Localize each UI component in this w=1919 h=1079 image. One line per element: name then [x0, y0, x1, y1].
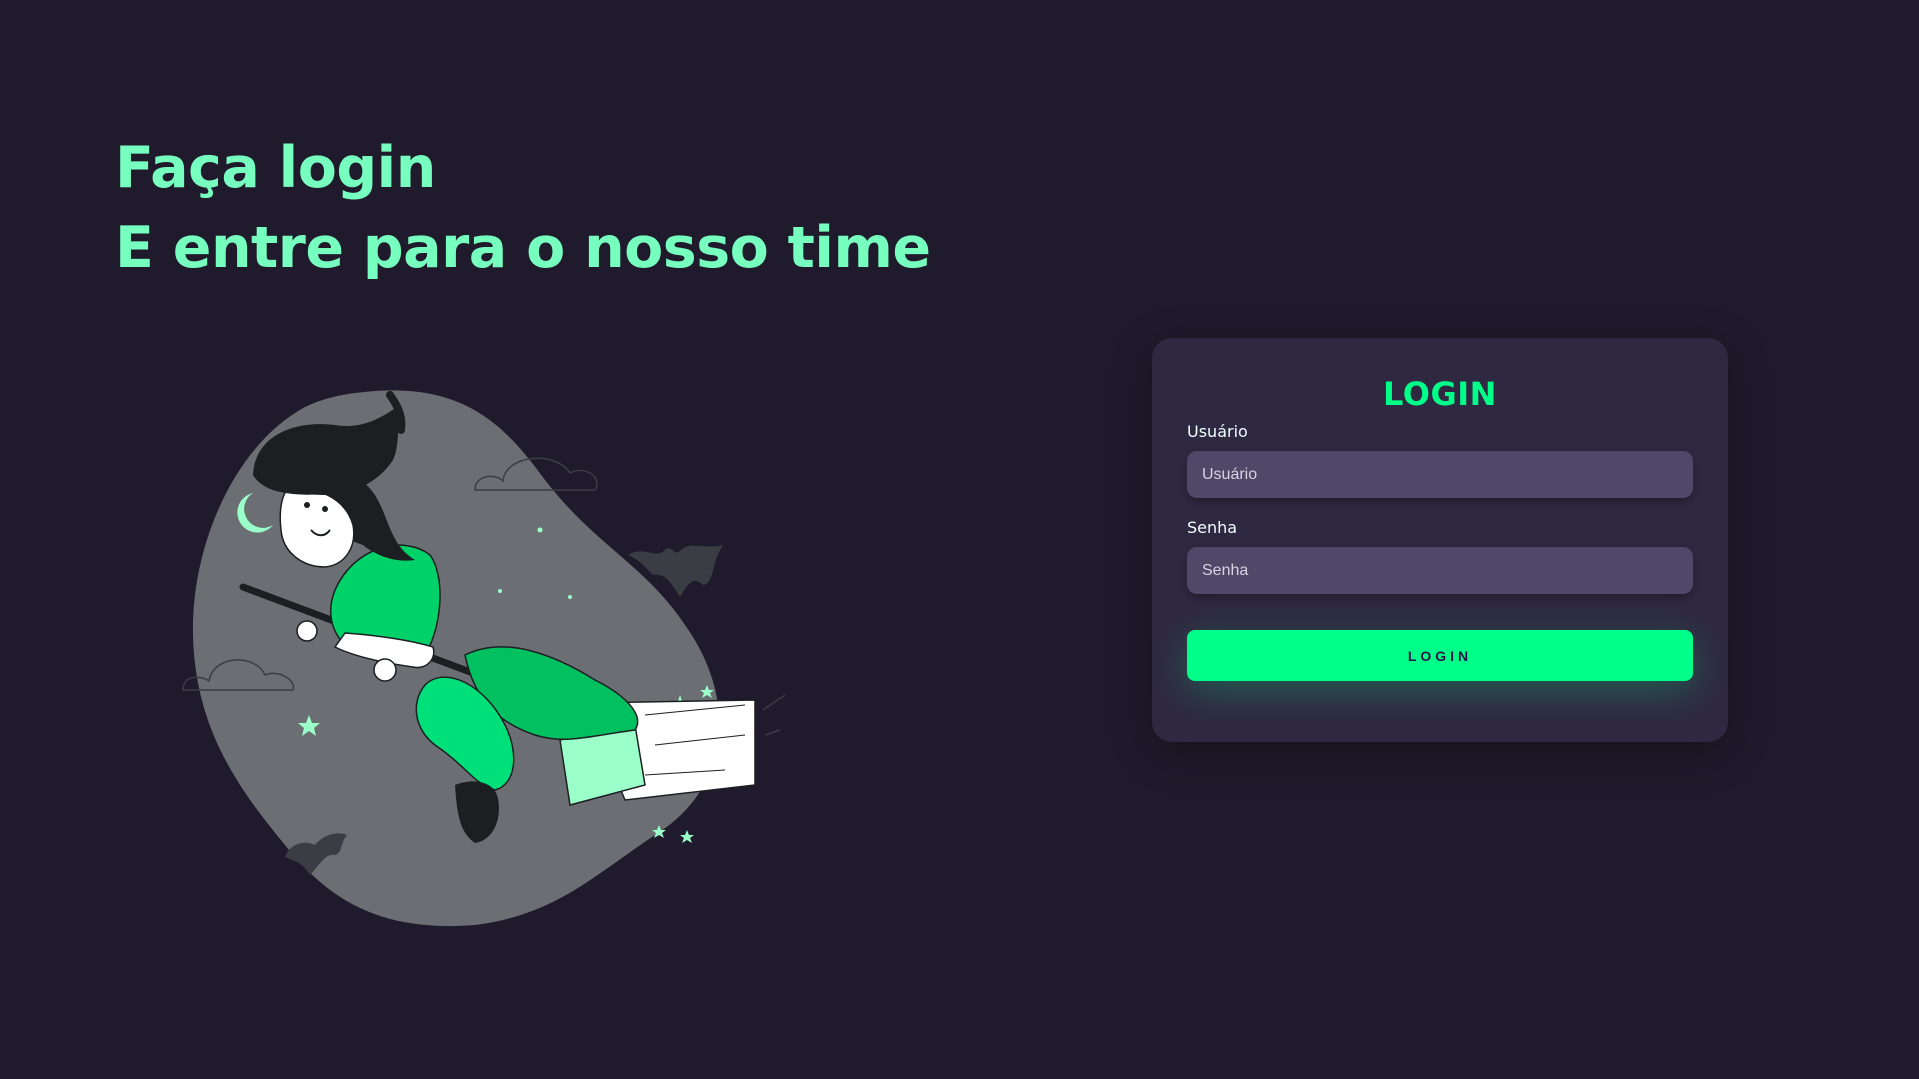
headline-line-1: Faça login: [115, 135, 436, 201]
headline-line-2: E entre para o nosso time: [115, 215, 931, 281]
username-label: Usuário: [1187, 422, 1248, 441]
witch-hand: [373, 658, 397, 682]
login-page: Faça login E entre para o nosso time LOG…: [0, 0, 1919, 1079]
login-card: LOGIN Usuário Senha LOGIN: [1152, 338, 1728, 742]
username-input[interactable]: [1187, 451, 1693, 498]
login-title: LOGIN: [1383, 375, 1497, 413]
password-input[interactable]: [1187, 547, 1693, 594]
page-headline: Faça login E entre para o nosso time: [115, 128, 931, 288]
login-button[interactable]: LOGIN: [1187, 630, 1693, 681]
password-label: Senha: [1187, 518, 1238, 537]
witch-illustration: [182, 390, 785, 927]
